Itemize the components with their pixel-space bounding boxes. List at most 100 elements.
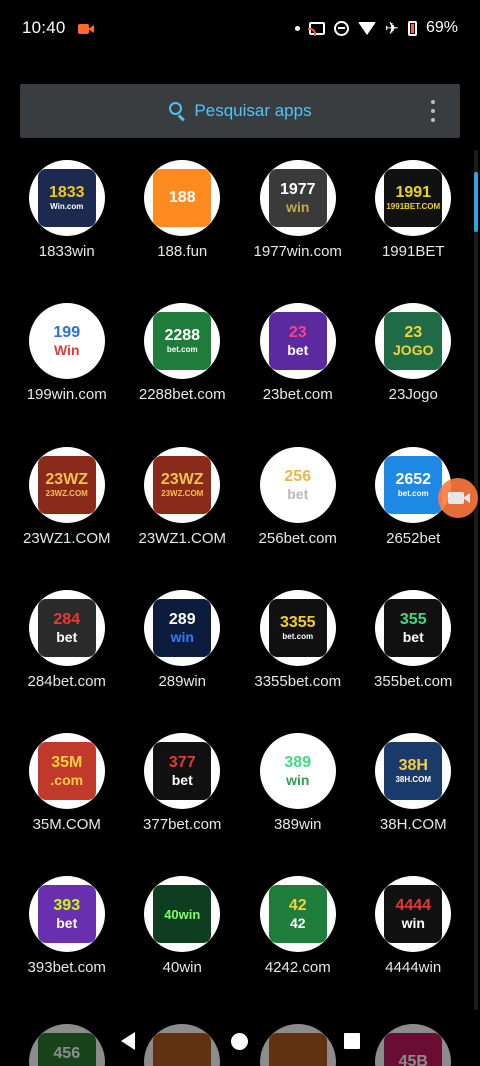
app-icon[interactable]: 42 42 xyxy=(259,876,336,953)
app-icon[interactable]: 2652 bet.com xyxy=(375,446,452,523)
app-item[interactable]: 256 bet 256bet.com xyxy=(240,446,356,590)
app-label: 40win xyxy=(162,959,202,977)
app-icon[interactable]: 389 win xyxy=(259,733,336,810)
app-icon[interactable]: 289 win xyxy=(144,589,221,666)
app-icon[interactable]: 35M .com xyxy=(28,733,105,810)
app-item[interactable]: 1977 win 1977win.com xyxy=(240,160,356,303)
app-item[interactable]: 23WZ 23WZ.COM 23WZ1.COM xyxy=(9,446,125,590)
app-item[interactable]: 4444 win 4444win xyxy=(356,876,472,1019)
app-item[interactable]: 199 Win 199win.com xyxy=(9,303,125,446)
app-item[interactable]: 23WZ 23WZ.COM 23WZ1.COM xyxy=(125,446,241,590)
app-label: 35M.COM xyxy=(32,816,101,834)
app-icon[interactable]: 23WZ 23WZ.COM xyxy=(28,446,105,523)
app-logo: 40win xyxy=(153,885,212,944)
app-item[interactable]: 188 188.fun xyxy=(125,160,241,303)
app-icon[interactable]: 2288 bet.com xyxy=(144,303,221,380)
app-item[interactable]: 2288 bet.com 2288bet.com xyxy=(125,303,241,446)
app-item[interactable]: 42 42 4242.com xyxy=(240,876,356,1019)
app-label: 256bet.com xyxy=(258,529,337,547)
app-label: 377bet.com xyxy=(143,816,222,834)
app-logo-text: 188 xyxy=(168,189,196,206)
app-logo: 38H 38H.COM xyxy=(384,742,443,801)
app-label: 1977win.com xyxy=(253,243,342,260)
app-item[interactable]: 377 bet 377bet.com xyxy=(125,733,241,876)
app-icon[interactable]: 377 bet xyxy=(144,733,221,810)
app-label: 284bet.com xyxy=(27,672,106,690)
app-logo-subtext: 42 xyxy=(289,915,306,932)
app-icon[interactable]: 23WZ 23WZ.COM xyxy=(144,446,221,523)
app-logo: 4444 win xyxy=(384,885,443,944)
app-logo: 23WZ 23WZ.COM xyxy=(153,455,212,514)
floating-record-button[interactable] xyxy=(438,478,478,518)
app-icon[interactable]: 38H 38H.COM xyxy=(375,733,452,810)
app-logo-subtext: Win.com xyxy=(50,202,84,211)
app-logo: 1991 1991BET.COM xyxy=(384,169,443,227)
app-label: 38H.COM xyxy=(379,816,447,834)
app-icon[interactable]: 1977 win xyxy=(259,160,336,236)
app-logo-text: 40win xyxy=(164,906,201,922)
app-logo-subtext: bet xyxy=(402,628,424,645)
app-logo-text: 1833 xyxy=(48,184,85,201)
search-icon xyxy=(168,102,186,122)
app-icon[interactable]: 23 JOGO xyxy=(375,303,452,380)
app-icon[interactable]: 188 xyxy=(144,160,221,236)
app-logo: 23WZ 23WZ.COM xyxy=(37,455,96,514)
app-label: 2652bet xyxy=(386,529,441,547)
app-drawer-grid: 1833 Win.com 1833win 188 188.fun 1977 win 1977w… xyxy=(9,160,471,1020)
scrollbar-thumb[interactable] xyxy=(474,172,478,232)
app-logo-subtext: .com xyxy=(50,772,84,789)
app-logo: 23 JOGO xyxy=(384,312,443,371)
app-item[interactable]: 355 bet 355bet.com xyxy=(356,589,472,733)
app-icon[interactable]: 3355 bet.com xyxy=(259,589,336,666)
app-item[interactable]: 38H 38H.COM 38H.COM xyxy=(356,733,472,876)
app-item[interactable]: 1833 Win.com 1833win xyxy=(9,160,125,303)
app-item[interactable]: 3355 bet.com 3355bet.com xyxy=(240,589,356,733)
app-item[interactable]: 1991 1991BET.COM 1991BET xyxy=(356,160,472,303)
search-placeholder: Pesquisar apps xyxy=(194,101,312,120)
app-item[interactable]: 389 win 389win xyxy=(240,733,356,876)
app-logo: 355 bet xyxy=(384,598,443,657)
scrollbar-track[interactable] xyxy=(474,150,478,1010)
app-item[interactable]: 2652 bet.com 2652bet xyxy=(356,446,472,590)
navigation-bar xyxy=(0,1016,480,1066)
app-icon[interactable]: 23 bet xyxy=(259,303,336,380)
nav-recents-icon[interactable] xyxy=(343,1033,360,1049)
app-icon[interactable]: 4444 win xyxy=(375,876,452,953)
do-not-disturb-icon xyxy=(333,20,349,36)
app-icon[interactable]: 199 Win xyxy=(28,303,105,380)
search-apps-bar[interactable]: Pesquisar apps xyxy=(20,84,460,138)
more-vert-icon[interactable] xyxy=(431,100,435,122)
app-logo-subtext: 23WZ.COM xyxy=(161,488,204,498)
app-logo: 377 bet xyxy=(153,742,212,801)
app-logo-subtext: win xyxy=(286,199,310,215)
app-logo-subtext: bet xyxy=(56,628,78,645)
app-item[interactable]: 284 bet 284bet.com xyxy=(9,589,125,733)
app-icon[interactable]: 256 bet xyxy=(259,446,336,523)
app-label: 355bet.com xyxy=(374,672,453,690)
nav-home-icon[interactable] xyxy=(230,1032,248,1050)
app-logo-subtext: bet.com xyxy=(166,345,198,355)
app-logo-subtext: 23WZ.COM xyxy=(45,488,88,498)
app-item[interactable]: 23 bet 23bet.com xyxy=(240,303,356,446)
app-item[interactable]: 23 JOGO 23Jogo xyxy=(356,303,472,446)
app-icon[interactable]: 393 bet xyxy=(28,876,105,953)
app-icon[interactable]: 1991 1991BET.COM xyxy=(375,160,452,236)
app-icon[interactable]: 40win xyxy=(144,876,221,953)
app-label: 393bet.com xyxy=(27,959,106,977)
airplane-mode-icon: ✈ xyxy=(384,18,399,38)
app-logo-text: 389 xyxy=(284,754,312,772)
app-item[interactable]: 40win 40win xyxy=(125,876,241,1019)
status-icons: ✈ 69% xyxy=(294,18,458,38)
app-logo-subtext: 1991BET.COM xyxy=(386,202,441,211)
app-logo: 3355 bet.com xyxy=(268,598,327,657)
app-icon[interactable]: 1833 Win.com xyxy=(28,160,105,236)
app-icon[interactable]: 284 bet xyxy=(28,589,105,666)
app-item[interactable]: 289 win 289win xyxy=(125,589,241,733)
app-icon[interactable]: 355 bet xyxy=(375,589,452,666)
app-logo-text: 1991 xyxy=(395,184,432,201)
app-item[interactable]: 393 bet 393bet.com xyxy=(9,876,125,1019)
app-logo-subtext: JOGO xyxy=(393,342,434,359)
nav-back-icon[interactable] xyxy=(120,1032,135,1050)
app-logo-subtext: bet xyxy=(56,915,78,932)
app-item[interactable]: 35M .com 35M.COM xyxy=(9,733,125,876)
